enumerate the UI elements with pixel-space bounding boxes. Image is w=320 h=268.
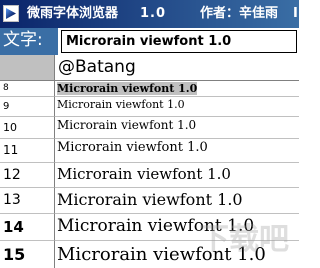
font-sample-cell[interactable]: Microrain viewfont 1.0: [55, 81, 299, 97]
title-overflow-text: I: [293, 6, 298, 21]
app-title: 微雨字体浏览器: [27, 6, 119, 21]
font-preview-grid: @Batang 8 Microrain viewfont 1.0 9 Micro…: [0, 55, 299, 268]
font-sample-text: Microrain viewfont 1.0: [57, 244, 266, 265]
font-sample-text: Microrain viewfont 1.0: [57, 216, 255, 236]
table-row[interactable]: 11 Microrain viewfont 1.0: [0, 139, 299, 163]
font-size-label: 12: [0, 163, 55, 188]
table-row[interactable]: 10 Microrain viewfont 1.0: [0, 117, 299, 139]
font-sample-text: Microrain viewfont 1.0: [57, 165, 231, 183]
font-sample-cell[interactable]: Microrain viewfont 1.0: [55, 241, 299, 268]
font-sample-text: Microrain viewfont 1.0: [57, 190, 243, 209]
table-row[interactable]: 8 Microrain viewfont 1.0: [0, 81, 299, 97]
text-label: 文字:: [0, 28, 58, 55]
table-row[interactable]: 15 Microrain viewfont 1.0: [0, 241, 299, 268]
font-sample-cell[interactable]: Microrain viewfont 1.0: [55, 139, 299, 163]
font-sample-cell[interactable]: Microrain viewfont 1.0: [55, 163, 299, 188]
font-sample-text: Microrain viewfont 1.0: [57, 98, 185, 111]
app-version: 1.0: [140, 6, 167, 21]
font-sample-cell[interactable]: Microrain viewfont 1.0: [55, 97, 299, 117]
text-entry-bar: 文字:: [0, 28, 299, 55]
font-sample-cell[interactable]: Microrain viewfont 1.0: [55, 117, 299, 139]
table-row[interactable]: 9 Microrain viewfont 1.0: [0, 97, 299, 117]
app-window: 微雨字体浏览器 1.0 作者：辛佳雨 I 文字: @Batang 8 Micro…: [0, 0, 299, 268]
font-size-label: 11: [0, 139, 55, 163]
author-label: 作者：辛佳雨: [200, 6, 279, 21]
font-sample-text: Microrain viewfont 1.0: [57, 118, 197, 132]
font-name-header[interactable]: @Batang: [55, 55, 299, 81]
font-size-label: 14: [0, 214, 55, 241]
sample-text-input[interactable]: [61, 30, 297, 53]
font-size-label: 8: [0, 81, 55, 97]
grid-corner: [0, 55, 55, 81]
font-size-label: 9: [0, 97, 55, 117]
title-bar[interactable]: 微雨字体浏览器 1.0 作者：辛佳雨 I: [0, 0, 299, 28]
font-sample-text: Microrain viewfont 1.0: [57, 140, 208, 155]
font-size-label: 13: [0, 188, 55, 214]
font-sample-cell[interactable]: Microrain viewfont 1.0: [55, 188, 299, 214]
font-size-label: 10: [0, 117, 55, 139]
table-row[interactable]: 14 Microrain viewfont 1.0: [0, 214, 299, 241]
font-sample-text: Microrain viewfont 1.0: [57, 82, 198, 95]
table-row[interactable]: 13 Microrain viewfont 1.0: [0, 188, 299, 214]
table-row[interactable]: 12 Microrain viewfont 1.0: [0, 163, 299, 188]
app-icon[interactable]: [3, 5, 19, 22]
font-size-label: 15: [0, 241, 55, 268]
font-sample-cell[interactable]: Microrain viewfont 1.0: [55, 214, 299, 241]
